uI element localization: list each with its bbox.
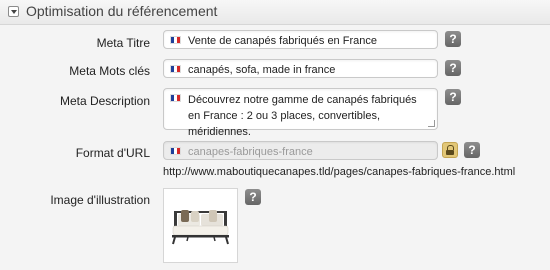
lock-icon[interactable] <box>442 142 458 158</box>
french-flag-icon <box>170 94 181 102</box>
meta-title-label: Meta Titre <box>96 36 150 50</box>
meta-title-value: Vente de canapés fabriqués en France <box>188 35 377 47</box>
meta-description-label: Meta Description <box>59 94 150 108</box>
meta-description-textarea[interactable]: Découvrez notre gamme de canapés fabriqu… <box>163 88 438 138</box>
url-format-value: canapes-fabriques-france <box>188 146 313 158</box>
collapse-arrow-icon[interactable] <box>8 6 19 17</box>
meta-keywords-value: canapés, sofa, made in france <box>188 64 336 76</box>
illustration-image[interactable] <box>163 188 238 263</box>
meta-title-input[interactable]: Vente de canapés fabriqués en France <box>163 30 438 49</box>
french-flag-icon <box>170 36 181 44</box>
french-flag-icon <box>170 65 181 73</box>
resize-handle-icon[interactable] <box>428 120 435 127</box>
sofa-image <box>172 210 229 245</box>
panel-header: Optimisation du référencement <box>0 0 550 25</box>
french-flag-icon <box>170 147 181 155</box>
meta-title-help-icon[interactable]: ? <box>445 31 461 47</box>
meta-keywords-input[interactable]: canapés, sofa, made in france <box>163 59 438 78</box>
url-format-input[interactable]: canapes-fabriques-france <box>163 141 438 160</box>
meta-keywords-help-icon[interactable]: ? <box>445 60 461 76</box>
panel-title: Optimisation du référencement <box>26 3 218 19</box>
meta-description-value: Découvrez notre gamme de canapés fabriqu… <box>188 94 417 138</box>
url-preview: http://www.maboutiquecanapes.tld/pages/c… <box>163 166 516 178</box>
illustration-label: Image d'illustration <box>50 193 150 207</box>
meta-keywords-label: Meta Mots clés <box>69 64 150 78</box>
meta-description-help-icon[interactable]: ? <box>445 89 461 105</box>
url-format-label: Format d'URL <box>75 146 150 160</box>
url-format-help-icon[interactable]: ? <box>464 142 480 158</box>
illustration-help-icon[interactable]: ? <box>245 189 261 205</box>
